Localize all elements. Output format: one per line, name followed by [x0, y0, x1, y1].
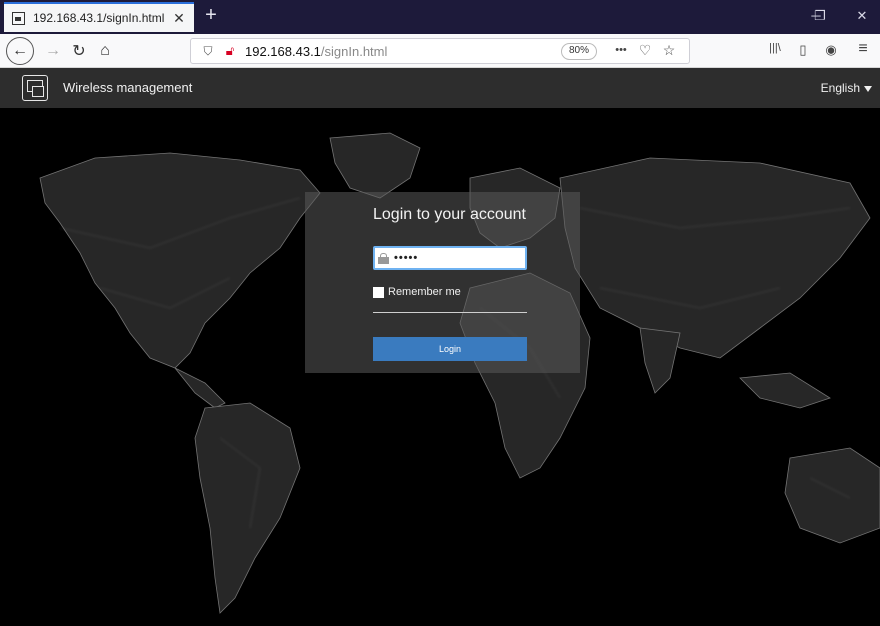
account-icon[interactable]: ◉	[820, 42, 842, 58]
library-icon[interactable]: |||\	[764, 42, 786, 54]
page-actions-more-icon[interactable]: •••	[611, 44, 631, 56]
window-close-button[interactable]: ✕	[852, 8, 872, 24]
new-tab-button[interactable]: +	[202, 5, 220, 25]
app-title: Wireless management	[63, 80, 193, 95]
language-selector[interactable]: English	[821, 81, 872, 95]
reload-button[interactable]: ↻	[66, 39, 92, 63]
browser-tab-active[interactable]: 192.168.43.1/signIn.html ✕	[4, 2, 194, 32]
tracking-protection-shield-icon[interactable]: ⛉	[197, 44, 219, 59]
url-host: 192.168.43.1	[245, 43, 321, 59]
app-header: Wireless management English	[0, 68, 880, 108]
insecure-connection-lock-icon[interactable]: 🔓︎	[219, 43, 241, 59]
window-maximize-button[interactable]: ❐	[810, 8, 830, 24]
password-input[interactable]: •••••	[373, 246, 527, 270]
lock-icon	[378, 252, 389, 264]
login-panel: Login to your account ••••• Remember me …	[305, 192, 580, 373]
caret-down-icon	[864, 85, 872, 92]
sidebar-icon[interactable]: ▯	[792, 42, 814, 58]
browser-tab-bar: 192.168.43.1/signIn.html ✕ + ─ ❐ ✕	[0, 0, 880, 34]
hamburger-menu-icon[interactable]: ≡	[852, 40, 874, 58]
login-button[interactable]: Login	[373, 337, 527, 361]
tab-close-icon[interactable]: ✕	[172, 10, 186, 27]
browser-navigation-bar: ← → ↻ ⌂ ⛉ 🔓︎ 192.168.43.1/signIn.html 80…	[0, 34, 880, 68]
back-button[interactable]: ←	[6, 37, 34, 65]
zoom-level-badge[interactable]: 80%	[560, 43, 597, 60]
home-button[interactable]: ⌂	[92, 39, 118, 63]
page-favicon-icon	[12, 11, 25, 25]
language-label: English	[820, 81, 860, 95]
remember-me-label: Remember me	[388, 286, 461, 298]
login-heading: Login to your account	[373, 206, 526, 223]
address-bar[interactable]: ⛉ 🔓︎ 192.168.43.1/signIn.html 80% ••• ♡ …	[190, 38, 690, 64]
password-mask: •••••	[394, 252, 419, 264]
url-path: /signIn.html	[320, 43, 388, 59]
bookmark-star-icon[interactable]: ☆	[659, 42, 679, 59]
remember-me-checkbox[interactable]	[373, 286, 384, 298]
pocket-icon[interactable]: ♡	[635, 42, 655, 59]
app-logo-icon	[22, 75, 48, 101]
remember-me-option[interactable]: Remember me	[373, 286, 461, 298]
forward-button[interactable]: →	[40, 39, 66, 63]
tab-title: 192.168.43.1/signIn.html	[33, 11, 165, 25]
form-divider	[373, 312, 527, 313]
web-page: Wireless management English Login to you…	[0, 68, 880, 626]
